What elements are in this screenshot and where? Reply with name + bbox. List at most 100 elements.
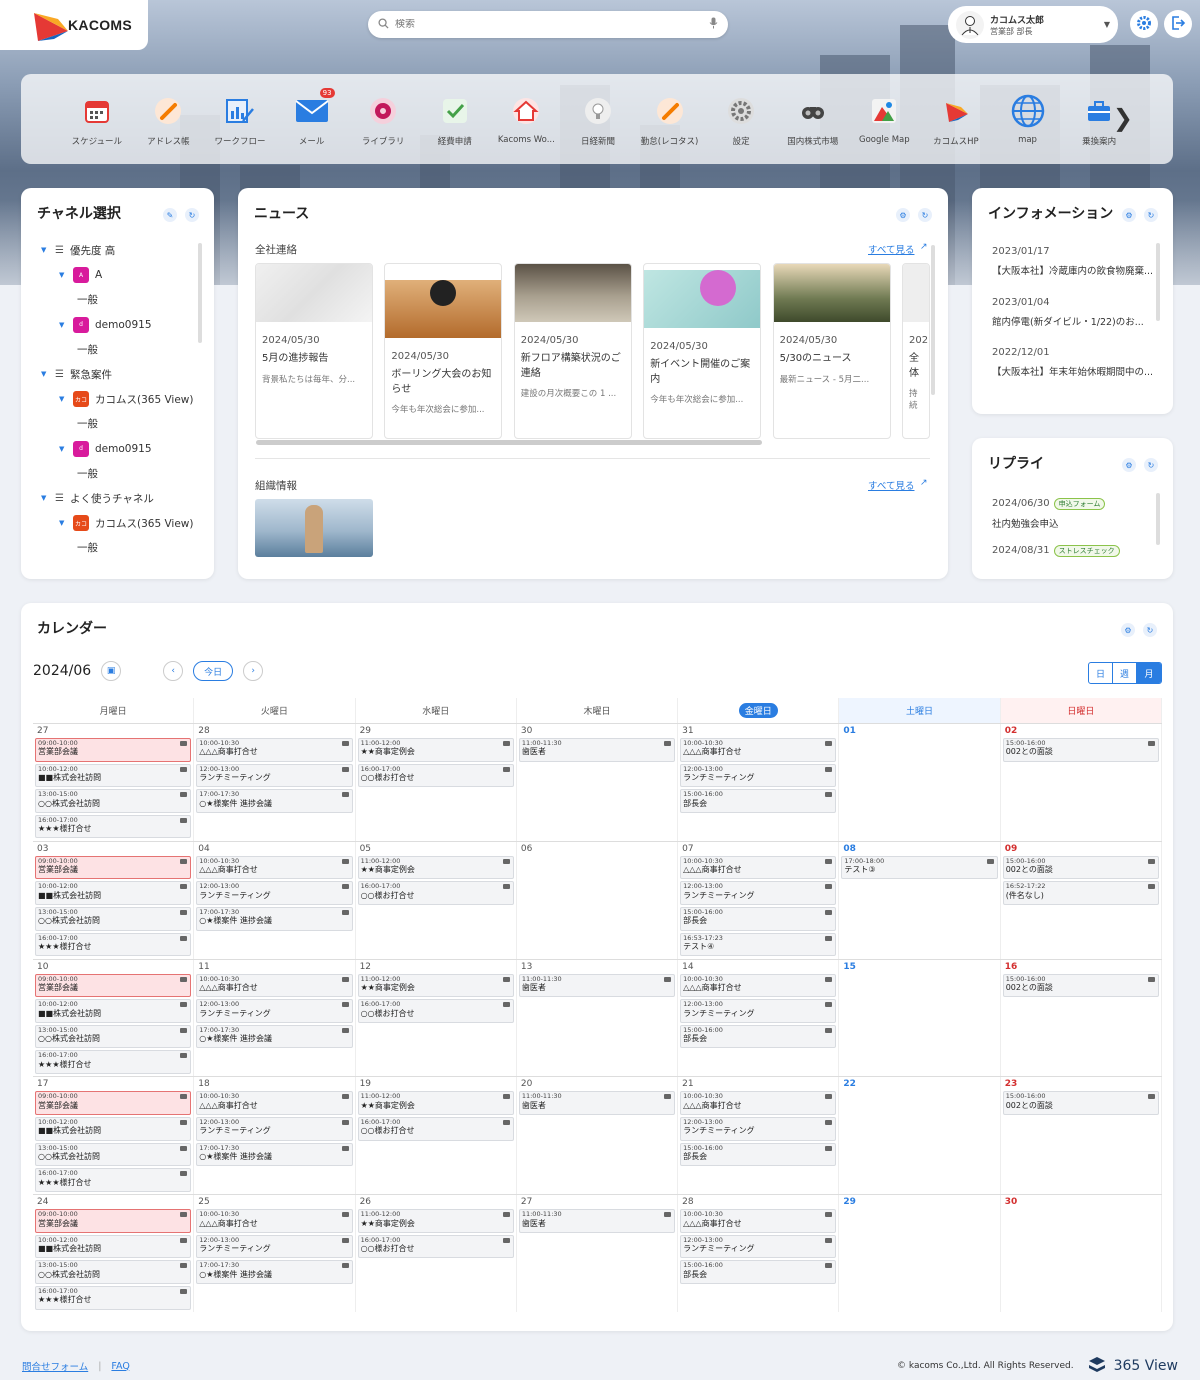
calendar-event[interactable]: 09:00-10:00 営業部会議 <box>35 855 192 880</box>
calendar-day[interactable]: 29 <box>839 1195 1001 1312</box>
calendar-event[interactable]: 12:00-13:00 ランチミーティング <box>196 1116 353 1141</box>
calendar-event[interactable]: 15:00-16:00 002との面談 <box>1002 973 1159 998</box>
user-menu[interactable]: カコムス太郎 営業部 部長 ▼ <box>948 6 1118 43</box>
caret-down-icon[interactable]: ▼ <box>41 246 49 254</box>
calendar-day[interactable]: 03 09:00-10:00 営業部会議 10:00-12:00 ■■株式会社訪問 13:… <box>33 841 195 959</box>
logout-button[interactable] <box>1164 10 1192 38</box>
calendar-event[interactable]: 13:00-15:00 ○○株式会社訪問 <box>35 789 192 813</box>
channel-item[interactable]: 一般 <box>37 412 205 437</box>
info-item[interactable]: 2023/01/17 【大阪本社】冷蔵庫内の飲食物廃棄... <box>992 246 1154 277</box>
calendar-day[interactable]: 08 17:00-18:00 テスト③ <box>839 841 1001 959</box>
caret-down-icon[interactable]: ▼ <box>41 494 49 502</box>
calendar-event[interactable]: 17:00-17:30 ○★様案件 進捗会議 <box>196 906 353 931</box>
calendar-event[interactable]: 11:00-11:30 歯医者 <box>518 738 676 762</box>
search-input[interactable] <box>395 19 703 30</box>
refresh-icon[interactable]: ↻ <box>1144 208 1158 222</box>
channel-item[interactable]: ▼ d demo0915 <box>37 312 205 337</box>
refresh-icon[interactable]: ↻ <box>918 208 932 222</box>
channel-item[interactable]: ▼ d demo0915 <box>37 436 205 461</box>
calendar-event[interactable]: 13:00-15:00 ○○株式会社訪問 <box>35 906 192 931</box>
calendar-day[interactable]: 29 11:00-12:00 ★★商事定例会 16:00-17:00 ○○様お打合せ <box>356 724 517 841</box>
news-scrollbar[interactable] <box>256 440 762 445</box>
calendar-day[interactable]: 04 10:00-10:30 △△△商事打合せ 12:00-13:00 ランチミーティン… <box>194 841 356 959</box>
calendar-event[interactable]: 11:00-12:00 ★★商事定例会 <box>357 1091 514 1115</box>
calendar-event[interactable]: 17:00-17:30 ○★様案件 進捗会議 <box>196 1142 353 1167</box>
calendar-event[interactable]: 09:00-10:00 営業部会議 <box>35 973 192 998</box>
edit-icon[interactable]: ✎ <box>163 208 177 222</box>
faq-link[interactable]: FAQ <box>111 1361 129 1372</box>
gear-icon[interactable]: ⚙ <box>896 208 910 222</box>
calendar-event[interactable]: 16:00-17:00 ★★★様打合せ <box>35 1050 192 1074</box>
calendar-day[interactable]: 26 11:00-12:00 ★★商事定例会 16:00-17:00 ○○様お打合せ <box>356 1195 517 1312</box>
news-card[interactable]: 2024/05/30 ボーリング大会のお知らせ 今年も年次総会に参加... <box>384 263 503 439</box>
app-8[interactable]: 勤怠(レコタス) <box>634 94 706 147</box>
caret-down-icon[interactable]: ▼ <box>59 519 67 527</box>
calendar-day[interactable]: 19 11:00-12:00 ★★商事定例会 16:00-17:00 ○○様お打合せ <box>356 1077 517 1195</box>
calendar-event[interactable]: 16:00-17:00 ★★★様打合せ <box>35 932 192 957</box>
calendar-event[interactable]: 12:00-13:00 ランチミーティング <box>196 763 353 788</box>
caret-down-icon[interactable]: ▼ <box>59 271 67 279</box>
channel-item[interactable]: ▼ A A <box>37 263 205 288</box>
calendar-day[interactable]: 05 11:00-12:00 ★★商事定例会 16:00-17:00 ○○様お打合せ <box>356 841 517 959</box>
calendar-event[interactable]: 10:00-12:00 ■■株式会社訪問 <box>35 999 192 1023</box>
calendar-day[interactable]: 30 11:00-11:30 歯医者 <box>517 724 679 841</box>
caret-down-icon[interactable]: ▼ <box>59 445 67 453</box>
calendar-event[interactable]: 12:00-13:00 ランチミーティング <box>196 881 353 905</box>
calendar-event[interactable]: 16:00-17:00 ○○様お打合せ <box>357 999 514 1023</box>
calendar-event[interactable]: 09:00-10:00 営業部会議 <box>35 738 192 762</box>
calendar-day[interactable]: 06 <box>517 841 679 959</box>
search-bar[interactable] <box>368 11 728 38</box>
caret-down-icon[interactable]: ▼ <box>41 370 49 378</box>
app-0[interactable]: スケジュール <box>61 94 133 147</box>
calendar-day[interactable]: 18 10:00-10:30 △△△商事打合せ 12:00-13:00 ランチミーティン… <box>194 1077 356 1195</box>
caret-down-icon[interactable]: ▼ <box>59 395 67 403</box>
calendar-day[interactable]: 07 10:00-10:30 △△△商事打合せ 12:00-13:00 ランチミーティン… <box>678 841 840 959</box>
calendar-day[interactable]: 28 10:00-10:30 △△△商事打合せ 12:00-13:00 ランチミーティン… <box>194 724 356 841</box>
calendar-event[interactable]: 16:00-17:00 ○○様お打合せ <box>357 1116 514 1141</box>
calendar-event[interactable]: 10:00-10:30 △△△商事打合せ <box>680 1209 837 1233</box>
calendar-event[interactable]: 17:00-17:30 ○★様案件 進捗会議 <box>196 1260 353 1284</box>
calendar-event[interactable]: 10:00-12:00 ■■株式会社訪問 <box>35 881 192 905</box>
calendar-day[interactable]: 12 11:00-12:00 ★★商事定例会 16:00-17:00 ○○様お打合せ <box>356 959 517 1077</box>
view-month-button[interactable]: 月 <box>1137 663 1161 683</box>
calendar-event[interactable]: 17:00-18:00 テスト③ <box>841 855 998 880</box>
gear-icon[interactable]: ⚙ <box>1121 623 1135 637</box>
channel-item[interactable]: ▼ ☰ 優先度 高 <box>37 238 205 263</box>
calendar-event[interactable]: 16:00-17:00 ★★★様打合せ <box>35 1285 192 1310</box>
calendar-event[interactable]: 15:00-16:00 002との面談 <box>1002 1091 1159 1115</box>
calendar-day[interactable]: 23 15:00-16:00 002との面談 <box>1001 1077 1162 1195</box>
channel-item[interactable]: ▼ カコ カコムス(365 View) <box>37 387 205 412</box>
news-vertical-scrollbar[interactable] <box>931 245 935 395</box>
calendar-day[interactable]: 14 10:00-10:30 △△△商事打合せ 12:00-13:00 ランチミーティン… <box>678 959 840 1077</box>
calendar-event[interactable]: 15:00-16:00 部長会 <box>680 789 837 813</box>
refresh-icon[interactable]: ↻ <box>1143 623 1157 637</box>
calendar-picker-icon[interactable]: ▣ <box>101 661 122 681</box>
app-5[interactable]: 経費申請 <box>419 94 491 147</box>
info-item[interactable]: 2022/12/01 【大阪本社】年末年始休暇期間中の... <box>992 347 1154 378</box>
view-day-button[interactable]: 日 <box>1089 663 1113 683</box>
calendar-event[interactable]: 12:00-13:00 ランチミーティング <box>680 1116 837 1141</box>
calendar-event[interactable]: 11:00-12:00 ★★商事定例会 <box>357 738 514 762</box>
view-week-button[interactable]: 週 <box>1113 663 1137 683</box>
calendar-event[interactable]: 10:00-12:00 ■■株式会社訪問 <box>35 1234 192 1259</box>
channel-item[interactable]: ▼ ☰ よく使うチャネル <box>37 486 205 511</box>
calendar-event[interactable]: 11:00-11:30 歯医者 <box>518 973 676 998</box>
calendar-event[interactable]: 10:00-10:30 △△△商事打合せ <box>680 1091 837 1115</box>
calendar-event[interactable]: 15:00-16:00 部長会 <box>680 1024 837 1049</box>
calendar-event[interactable]: 12:00-13:00 ランチミーティング <box>680 763 837 788</box>
calendar-event[interactable]: 11:00-11:30 歯医者 <box>518 1091 676 1115</box>
news-card[interactable]: 202 全体 持続 <box>902 263 930 439</box>
calendar-day[interactable]: 27 11:00-11:30 歯医者 <box>517 1195 679 1312</box>
calendar-event[interactable]: 12:00-13:00 ランチミーティング <box>680 881 837 905</box>
calendar-event[interactable]: 16:52-17:22 (件名なし) <box>1002 881 1159 905</box>
calendar-day[interactable]: 21 10:00-10:30 △△△商事打合せ 12:00-13:00 ランチミーティン… <box>678 1077 840 1195</box>
calendar-event[interactable]: 12:00-13:00 ランチミーティング <box>680 999 837 1023</box>
calendar-day[interactable]: 31 10:00-10:30 △△△商事打合せ 12:00-13:00 ランチミーティン… <box>678 724 840 841</box>
app-2[interactable]: ワークフロー <box>204 94 276 147</box>
calendar-event[interactable]: 10:00-12:00 ■■株式会社訪問 <box>35 763 192 788</box>
channel-scrollbar[interactable] <box>198 243 202 343</box>
app-7[interactable]: 日経新聞 <box>562 94 634 147</box>
reply-item[interactable]: 2024/08/31 ストレスチェック <box>992 545 1154 557</box>
calendar-event[interactable]: 15:00-16:00 部長会 <box>680 1142 837 1167</box>
chevron-right-icon[interactable]: ❯ <box>1113 104 1133 132</box>
